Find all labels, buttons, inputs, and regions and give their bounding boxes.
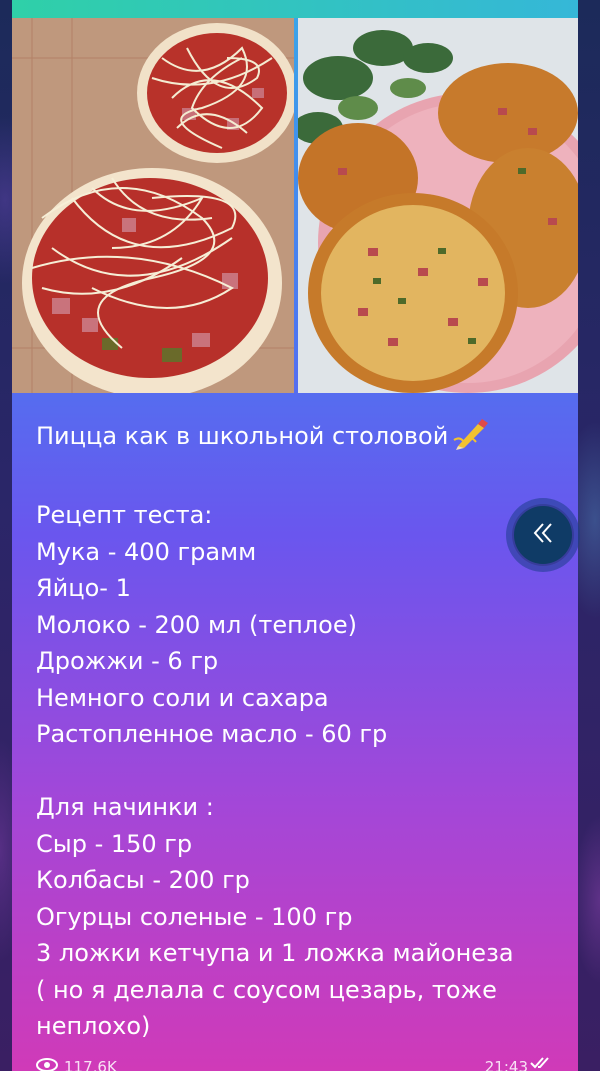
scroll-to-bottom-button[interactable] [506, 498, 580, 572]
dough-item: Мука - 400 грамм [36, 537, 257, 566]
message-time: 21:43 [484, 1058, 528, 1071]
message-text: Пицца как в школьной столовой Рецепт тес… [36, 416, 556, 1045]
recipe-title: Пицца как в школьной столовой [36, 422, 449, 450]
recipe-title-line: Пицца как в школьной столовой [36, 416, 556, 461]
eye-icon [36, 1058, 58, 1071]
message-bubble[interactable]: Пицца как в школьной столовой Рецепт тес… [12, 0, 578, 1071]
dough-item: Дрожжи - 6 гр [36, 647, 219, 675]
filling-note: ( но я делала с соусом цезарь, тоже непл… [36, 975, 497, 1041]
filling-item: Сыр - 150 гр [36, 829, 193, 858]
photo-baked-pizzas[interactable] [298, 18, 578, 393]
message-footer: 117,6K 21:43 [36, 1056, 558, 1071]
views-count: 117,6K [64, 1058, 117, 1071]
dough-item: Молоко - 200 мл (теплое) [36, 610, 357, 639]
filling-heading: Для начинки : [36, 793, 214, 821]
dough-item: Растопленное масло - 60 гр [36, 720, 388, 748]
bubble-top-strip [12, 0, 578, 18]
filling-item: Колбасы - 200 гр [36, 866, 250, 894]
filling-item: 3 ложки кетчупа и 1 ложка майонеза [36, 939, 514, 967]
double-check-icon [530, 1056, 552, 1071]
pen-icon [452, 416, 490, 461]
dough-item: Немного соли и сахара [36, 683, 329, 712]
filling-item: Огурцы соленые - 100 гр [36, 902, 353, 931]
dough-item: Яйцо- 1 [36, 574, 131, 602]
double-chevron-left-icon [531, 522, 555, 548]
dough-heading: Рецепт теста: [36, 501, 213, 529]
photo-raw-pizzas[interactable] [12, 18, 294, 393]
views-counter: 117,6K [36, 1058, 117, 1071]
scroll-button-inner [514, 506, 572, 564]
